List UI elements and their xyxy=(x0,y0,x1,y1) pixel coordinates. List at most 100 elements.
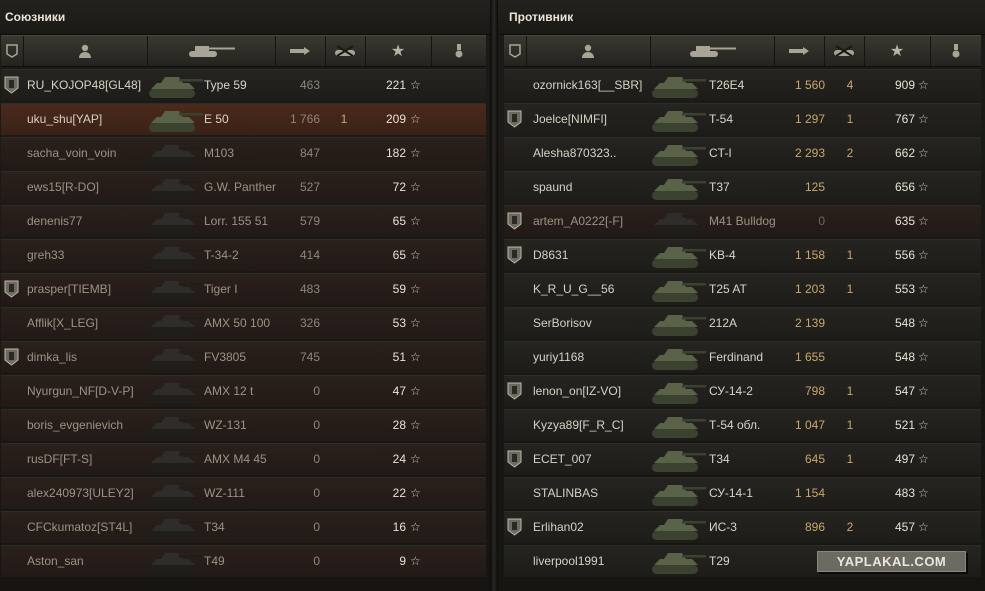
enemies-player-row[interactable]: spaund T37 125 656 ☆ xyxy=(504,171,981,203)
enemies-player-row[interactable]: SerBorisov 212A 2 139 548 ☆ xyxy=(504,307,981,339)
allies-player-row[interactable]: ews15[R-DO] G.W. Panther 527 72 ☆ xyxy=(1,171,486,203)
damage-value: 0 xyxy=(313,452,320,466)
player-name: prasper[TIEMB] xyxy=(27,282,112,296)
tank-name: T49 xyxy=(204,554,225,568)
xp-star-icon: ☆ xyxy=(410,520,421,534)
xp-star-icon: ☆ xyxy=(410,350,421,364)
tank-icon xyxy=(143,512,213,543)
frags-value xyxy=(329,512,359,543)
tank-name: ИС-3 xyxy=(709,520,737,534)
allies-player-row[interactable]: alex240973[ULEY2] WZ-111 0 22 ☆ xyxy=(1,477,486,509)
damage-value: 0 xyxy=(313,384,320,398)
player-column-icon[interactable] xyxy=(526,36,651,66)
enemies-player-row[interactable]: Kyzya89[F_R_C] Т-54 обл. 1 047 1 521 ☆ xyxy=(504,409,981,441)
xp-value: 556 xyxy=(894,248,915,262)
allies-player-row[interactable]: prasper[TIEMB] Tiger I 483 59 ☆ xyxy=(1,273,486,305)
damage-column-icon[interactable] xyxy=(275,36,326,66)
xp-star-icon: ☆ xyxy=(410,248,421,262)
allies-header: ★ xyxy=(1,35,486,67)
tank-name: T26E4 xyxy=(709,78,745,92)
tank-icon xyxy=(646,104,716,135)
allies-player-row[interactable]: sacha_voin_voin M103 847 182 ☆ xyxy=(1,137,486,169)
xp-value: 24 xyxy=(392,452,406,466)
tank-column-icon[interactable] xyxy=(147,36,276,66)
damage-value: 463 xyxy=(299,78,320,92)
tank-icon xyxy=(143,274,213,305)
enemies-header: ★ xyxy=(504,35,981,67)
tank-icon xyxy=(646,138,716,169)
frags-value: 4 xyxy=(846,78,854,92)
enemies-player-row[interactable]: Alesha870323.. CT-I 2 293 2 662 ☆ xyxy=(504,137,981,169)
enemies-player-row[interactable]: STALINBAS СУ-14-1 1 154 483 ☆ xyxy=(504,477,981,509)
player-column-icon[interactable] xyxy=(23,36,148,66)
allies-player-row[interactable]: Afflik[X_LEG] AMX 50 100 326 53 ☆ xyxy=(1,307,486,339)
enemies-player-row[interactable]: D8631 KB-4 1 158 1 556 ☆ xyxy=(504,239,981,271)
damage-value: 2 139 xyxy=(794,316,825,330)
allies-player-row[interactable]: Aston_san T49 0 9 ☆ xyxy=(1,545,486,577)
frags-value xyxy=(835,206,865,237)
allies-player-row[interactable]: rusDF[FT-S] AMX M4 45 0 24 ☆ xyxy=(1,443,486,475)
tank-name: T-34-2 xyxy=(204,248,239,262)
tank-name: KB-4 xyxy=(709,248,736,262)
player-name: denenis77 xyxy=(27,214,83,228)
tank-name: Tiger I xyxy=(204,282,238,296)
player-name: Kyzya89[F_R_C] xyxy=(533,418,624,432)
xp-value: 221 xyxy=(385,78,406,92)
frags-column-icon[interactable] xyxy=(824,36,865,66)
medal-column-icon[interactable] xyxy=(431,36,486,66)
player-name: RU_KOJOP48[GL48] xyxy=(27,78,142,92)
damage-value xyxy=(765,546,825,577)
player-name: yuriy1168 xyxy=(533,350,585,364)
xp-star-icon: ☆ xyxy=(918,486,929,500)
xp-value: 548 xyxy=(894,350,915,364)
xp-star-icon: ☆ xyxy=(918,384,929,398)
player-name: Alesha870323.. xyxy=(533,146,617,160)
xp-value: 457 xyxy=(894,520,915,534)
enemies-player-row[interactable]: ozornick163[__SBR] T26E4 1 560 4 909 ☆ xyxy=(504,69,981,101)
allies-player-row[interactable]: RU_KOJOP48[GL48] Type 59 463 221 ☆ xyxy=(1,69,486,101)
allies-player-row[interactable]: dimka_lis FV3805 745 51 ☆ xyxy=(1,341,486,373)
xp-star-icon: ☆ xyxy=(918,452,929,466)
enemies-player-row[interactable]: ECET_007 T34 645 1 497 ☆ xyxy=(504,443,981,475)
enemies-player-row[interactable]: Erlihan02 ИС-3 896 2 457 ☆ xyxy=(504,511,981,543)
medal-column-icon[interactable] xyxy=(930,36,981,66)
damage-column-icon[interactable] xyxy=(774,36,825,66)
damage-value: 896 xyxy=(804,520,825,534)
tank-icon xyxy=(143,546,213,577)
frags-column-icon[interactable] xyxy=(325,36,366,66)
tank-icon xyxy=(143,308,213,339)
enemies-player-row[interactable]: K_R_U_G__56 T25 AT 1 203 1 553 ☆ xyxy=(504,273,981,305)
clan-badge-icon xyxy=(507,246,522,264)
frags-value xyxy=(329,172,359,203)
damage-value: 414 xyxy=(299,248,320,262)
badge-column-icon[interactable] xyxy=(1,36,24,66)
allies-player-row[interactable]: denenis77 Lorr. 155 51 579 65 ☆ xyxy=(1,205,486,237)
allies-player-row[interactable]: CFCkumatoz[ST4L] T34 0 16 ☆ xyxy=(1,511,486,543)
tank-name: T34 xyxy=(204,520,225,534)
tank-column-icon[interactable] xyxy=(650,36,775,66)
allies-player-row[interactable]: boris_evgenievich WZ-131 0 28 ☆ xyxy=(1,409,486,441)
enemies-player-row[interactable]: yuriy1168 Ferdinand 1 655 548 ☆ xyxy=(504,341,981,373)
tank-name: T37 xyxy=(709,180,730,194)
badge-column-icon[interactable] xyxy=(504,36,527,66)
tank-icon xyxy=(646,274,716,305)
damage-value: 0 xyxy=(313,554,320,568)
xp-value: 28 xyxy=(392,418,406,432)
enemies-player-row[interactable]: lenon_on[IZ-VO] СУ-14-2 798 1 547 ☆ xyxy=(504,375,981,407)
allies-player-row[interactable]: uku_shu[YAP] E 50 1 766 1 209 ☆ xyxy=(1,103,486,135)
tank-name: Type 59 xyxy=(204,78,247,92)
allies-player-row[interactable]: greh33 T-34-2 414 65 ☆ xyxy=(1,239,486,271)
tank-icon xyxy=(646,546,716,577)
damage-value: 745 xyxy=(299,350,320,364)
experience-star-icon[interactable]: ★ xyxy=(365,36,432,66)
watermark: YAPLAKAL.COM xyxy=(817,551,966,572)
player-name: spaund xyxy=(533,180,573,194)
tank-icon xyxy=(143,70,213,101)
experience-star-icon[interactable]: ★ xyxy=(864,36,931,66)
enemies-player-row[interactable]: artem_A0222[-F] M41 Bulldog 0 635 ☆ xyxy=(504,205,981,237)
enemies-panel: Противник ★ ozornick163[__SBR] T26E4 1 560… xyxy=(498,0,985,591)
enemies-player-row[interactable]: Joelce[NIMFI] T-54 1 297 1 767 ☆ xyxy=(504,103,981,135)
allies-player-row[interactable]: Nyurgun_NF[D-V-P] AMX 12 t 0 47 ☆ xyxy=(1,375,486,407)
xp-star-icon: ☆ xyxy=(918,214,929,228)
allies-list: RU_KOJOP48[GL48] Type 59 463 221 ☆ uku_shu[YA… xyxy=(1,69,486,577)
